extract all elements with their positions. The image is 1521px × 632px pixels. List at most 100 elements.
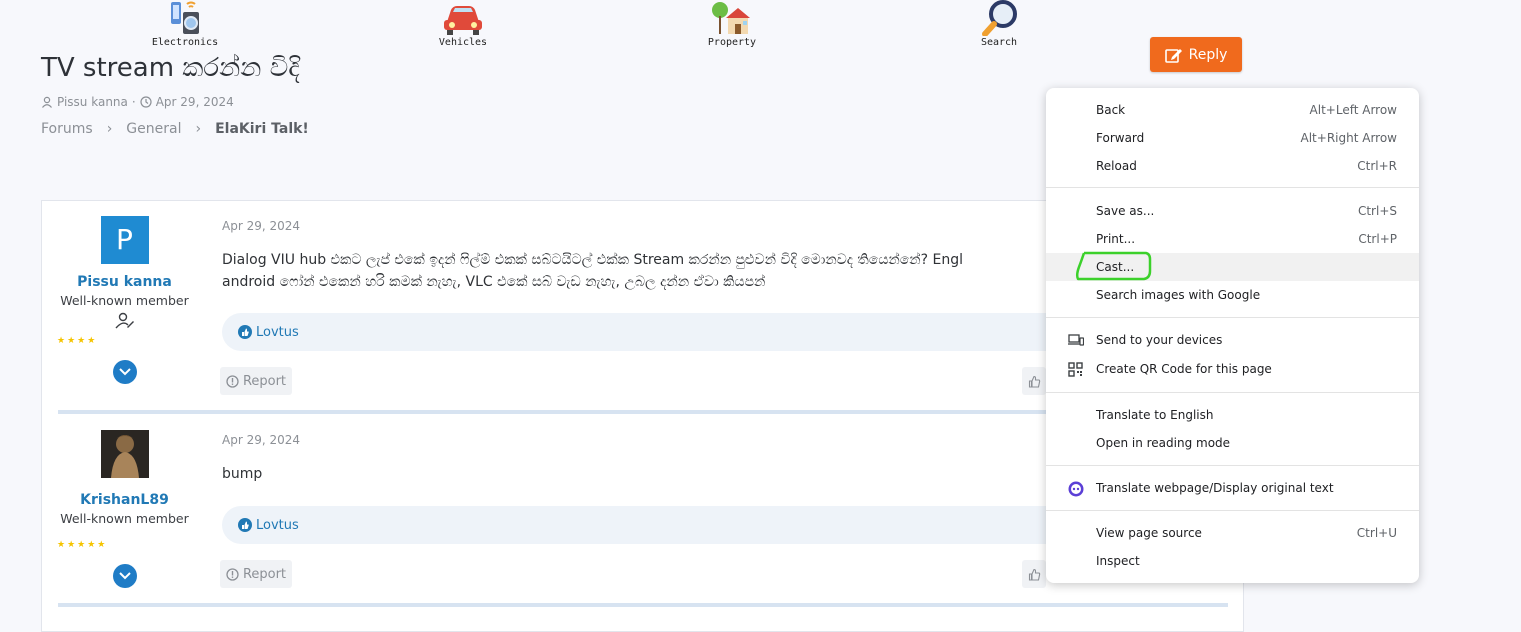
menu-item-shortcut: Alt+Right Arrow <box>1300 131 1397 145</box>
post-text-line: bump <box>222 466 263 482</box>
menu-item-print[interactable]: Print... Ctrl+P <box>1046 225 1419 253</box>
reaction-user[interactable]: Lovtus <box>256 518 299 533</box>
search-icon <box>982 0 1017 36</box>
user-role: Well-known member <box>60 293 189 308</box>
menu-item-label: Create QR Code for this page <box>1096 362 1272 376</box>
post-text-line: android ෆෝන් එකෙන් හරි කමක් නැහැ, VLC එක… <box>222 274 766 290</box>
menu-item-search-images[interactable]: Search images with Google <box>1046 281 1419 309</box>
report-label: Report <box>242 566 287 582</box>
chevron-down-icon <box>118 572 131 580</box>
menu-item-back[interactable]: Back Alt+Left Arrow <box>1046 96 1419 124</box>
menu-item-send-to-devices[interactable]: Send to your devices <box>1046 326 1419 354</box>
post-date[interactable]: Apr 29, 2024 <box>222 219 300 233</box>
menu-item-label: Translate to English <box>1096 408 1214 422</box>
post-user-cell: KrishanL89 Well-known member ★★★★★ <box>42 430 207 588</box>
user-badge <box>42 310 207 332</box>
devices-icon <box>1068 334 1084 346</box>
reply-button[interactable]: Reply <box>1150 37 1242 72</box>
menu-item-label: Back <box>1096 103 1126 117</box>
chevron-right-icon: › <box>106 121 113 137</box>
menu-divider <box>1046 187 1419 188</box>
menu-item-translate[interactable]: Translate to English <box>1046 401 1419 429</box>
like-button[interactable] <box>1022 367 1046 395</box>
electronics-icon <box>171 1 199 34</box>
category-label: Electronics <box>151 37 219 48</box>
report-button[interactable]: Report <box>220 560 292 588</box>
reaction-user[interactable]: Lovtus <box>256 325 299 340</box>
menu-item-save-as[interactable]: Save as... Ctrl+S <box>1046 197 1419 225</box>
menu-item-qr-code[interactable]: Create QR Code for this page <box>1046 355 1419 383</box>
breadcrumb-forums[interactable]: Forums <box>41 121 93 137</box>
category-electronics[interactable]: Electronics <box>140 0 230 48</box>
menu-divider <box>1046 510 1419 511</box>
menu-item-label: Reload <box>1096 159 1137 173</box>
clock-icon <box>140 96 152 108</box>
user-icon <box>42 96 52 108</box>
post-date[interactable]: Apr 29, 2024 <box>222 433 300 447</box>
chevron-down-icon <box>118 368 131 376</box>
menu-item-label: View page source <box>1096 526 1202 540</box>
menu-item-shortcut: Ctrl+U <box>1356 526 1397 540</box>
menu-divider <box>1046 317 1419 318</box>
username[interactable]: Pissu kanna <box>42 274 207 290</box>
post-divider <box>58 603 1228 607</box>
menu-item-label: Print... <box>1096 232 1136 246</box>
menu-item-translate-extension[interactable]: Translate webpage/Display original text <box>1046 474 1419 502</box>
house-icon <box>712 2 750 34</box>
meta-separator: · <box>131 95 136 109</box>
menu-item-forward[interactable]: Forward Alt+Right Arrow <box>1046 124 1419 152</box>
username[interactable]: KrishanL89 <box>42 492 207 508</box>
breadcrumb: Forums › General › ElaKiri Talk! <box>41 121 309 137</box>
menu-divider <box>1046 465 1419 466</box>
thread-date[interactable]: Apr 29, 2024 <box>156 95 234 109</box>
rating-stars: ★★★★ <box>57 336 98 346</box>
avatar[interactable]: P <box>100 216 149 264</box>
post-body: bump <box>222 463 262 485</box>
breadcrumb-general[interactable]: General <box>126 121 181 137</box>
expand-button[interactable] <box>112 360 137 384</box>
category-label: Vehicles <box>438 37 488 48</box>
thumbs-up-icon <box>1028 568 1040 581</box>
translate-extension-icon <box>1068 481 1084 497</box>
post-user-cell: P Pissu kanna Well-known member ★★★★ <box>42 216 207 384</box>
thumbs-up-icon <box>1028 375 1040 388</box>
rating-stars: ★★★★★ <box>57 540 108 550</box>
menu-divider <box>1046 392 1419 393</box>
menu-item-label: Save as... <box>1096 204 1155 218</box>
highlight-annotation <box>1075 251 1152 281</box>
category-search[interactable]: Search <box>954 0 1044 48</box>
page-title: TV stream කරන්න විදි <box>41 53 300 83</box>
post-body: Dialog VIU hub එකට ලැප් එකේ ඉදන් ෆිල්ම් … <box>222 249 963 293</box>
user-edit-icon <box>114 312 134 329</box>
menu-item-label: Search images with Google <box>1096 288 1261 302</box>
like-button[interactable] <box>1022 560 1046 588</box>
qr-code-icon <box>1068 362 1083 377</box>
avatar[interactable] <box>100 430 149 478</box>
menu-item-reload[interactable]: Reload Ctrl+R <box>1046 152 1419 180</box>
menu-item-label: Forward <box>1096 131 1145 145</box>
alert-icon <box>226 374 239 388</box>
menu-item-reading-mode[interactable]: Open in reading mode <box>1046 429 1419 457</box>
thread-meta: Pissu kanna · Apr 29, 2024 <box>41 95 234 109</box>
menu-item-shortcut: Alt+Left Arrow <box>1309 103 1397 117</box>
menu-item-shortcut: Ctrl+S <box>1357 204 1397 218</box>
menu-item-shortcut: Ctrl+R <box>1357 159 1397 173</box>
menu-item-label: Open in reading mode <box>1096 436 1231 450</box>
edit-icon <box>1164 48 1182 63</box>
menu-item-shortcut: Ctrl+P <box>1358 232 1397 246</box>
context-menu: Back Alt+Left Arrow Forward Alt+Right Ar… <box>1046 88 1419 583</box>
category-label: Property <box>707 37 757 48</box>
thread-author[interactable]: Pissu kanna <box>57 95 128 109</box>
menu-item-inspect[interactable]: Inspect <box>1046 547 1419 575</box>
user-role: Well-known member <box>60 511 189 526</box>
thumbs-up-icon <box>238 518 252 532</box>
category-vehicles[interactable]: Vehicles <box>418 0 508 48</box>
menu-item-view-source[interactable]: View page source Ctrl+U <box>1046 519 1419 547</box>
menu-item-label: Translate webpage/Display original text <box>1096 481 1334 495</box>
category-property[interactable]: Property <box>687 0 777 48</box>
report-button[interactable]: Report <box>220 367 292 395</box>
report-label: Report <box>242 373 287 389</box>
breadcrumb-elakiri-talk[interactable]: ElaKiri Talk! <box>215 121 309 137</box>
menu-item-label: Inspect <box>1096 554 1140 568</box>
expand-button[interactable] <box>112 564 137 588</box>
